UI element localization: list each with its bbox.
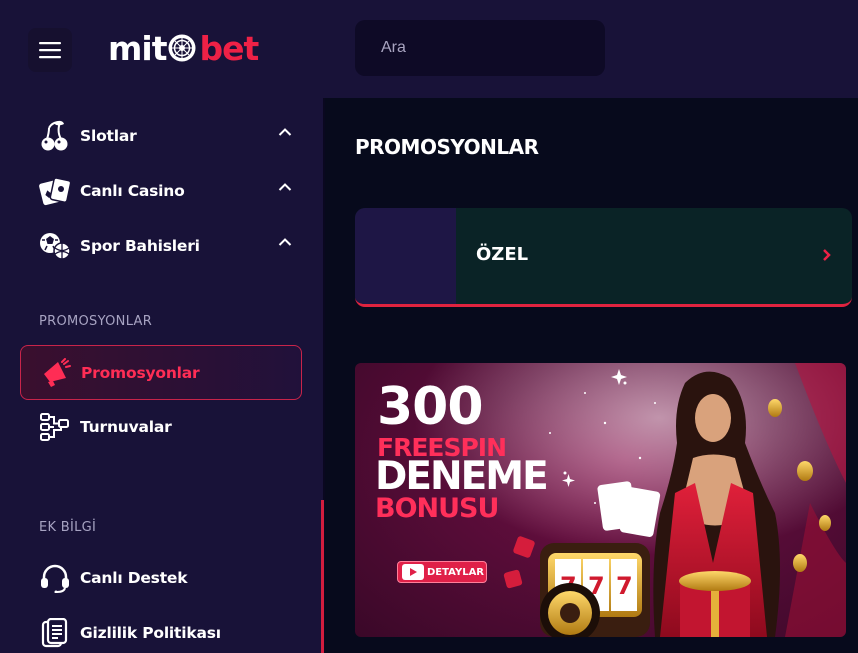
- sidebar-item-label: Canlı Casino: [80, 181, 185, 200]
- sidebar-item-promotions[interactable]: Promosyonlar: [20, 345, 302, 400]
- playing-cards-icon: [38, 174, 72, 208]
- chevron-up-icon[interactable]: [278, 182, 292, 192]
- banner-headline-line3: DENEME: [375, 454, 549, 499]
- sidebar-item-label: Turnuvalar: [80, 417, 172, 436]
- banner-button-label: DETAYLAR: [427, 566, 485, 578]
- hamburger-menu-icon: [39, 42, 61, 59]
- sidebar-item-privacy-policy[interactable]: Gizlilik Politikası: [20, 605, 302, 653]
- sidebar-item-live-support[interactable]: Canlı Destek: [20, 550, 302, 605]
- chevron-right-icon: [823, 249, 831, 261]
- headset-icon: [38, 561, 72, 595]
- banner-headline-line4: BONUSU: [375, 493, 499, 524]
- category-label: ÖZEL: [476, 244, 529, 265]
- logo-text-accent: bet: [199, 28, 259, 68]
- search-box: [355, 20, 605, 76]
- roulette-wheel-icon: [167, 33, 197, 63]
- sidebar-item-live-casino[interactable]: Canlı Casino: [20, 163, 302, 218]
- sidebar-item-label: Promosyonlar: [81, 363, 200, 382]
- chevron-up-icon[interactable]: [278, 127, 292, 137]
- sports-balls-icon: [38, 229, 72, 263]
- sidebar-item-label: Canlı Destek: [80, 568, 188, 587]
- cherries-icon: [38, 119, 72, 153]
- sidebar-item-slots[interactable]: Slotlar: [20, 108, 302, 163]
- scroll-indicator[interactable]: [321, 500, 324, 653]
- section-title-promotions: PROMOSYONLAR: [39, 314, 153, 329]
- category-thumbnail: [355, 208, 456, 304]
- logo-text-primary: mit: [108, 28, 167, 68]
- document-icon: [38, 616, 72, 650]
- megaphone-icon: [39, 356, 73, 390]
- chevron-up-icon[interactable]: [278, 237, 292, 247]
- tournament-bracket-icon: [38, 410, 72, 444]
- play-icon: [402, 564, 424, 580]
- sidebar-item-label: Slotlar: [80, 126, 137, 145]
- menu-button[interactable]: [28, 28, 72, 72]
- top-bar: mit bet: [0, 0, 858, 98]
- banner-headline-number: 300: [377, 377, 484, 437]
- svg-text:7: 7: [616, 572, 633, 600]
- search-input[interactable]: [381, 39, 588, 57]
- page-title: PROMOSYONLAR: [355, 135, 539, 159]
- promo-banner[interactable]: 777 300 FREESPIN DENEME BONUSU DETAYLAR: [355, 363, 846, 637]
- sidebar-item-label: Gizlilik Politikası: [80, 623, 221, 642]
- section-title-extra-info: EK BİLGİ: [39, 520, 97, 535]
- sidebar-item-label: Spor Bahisleri: [80, 236, 200, 255]
- sidebar-item-sports-betting[interactable]: Spor Bahisleri: [20, 218, 302, 273]
- site-logo[interactable]: mit bet: [108, 26, 259, 70]
- banner-details-button[interactable]: DETAYLAR: [397, 561, 487, 583]
- category-card-special[interactable]: ÖZEL: [355, 208, 852, 307]
- sidebar-item-tournaments[interactable]: Turnuvalar: [20, 399, 302, 454]
